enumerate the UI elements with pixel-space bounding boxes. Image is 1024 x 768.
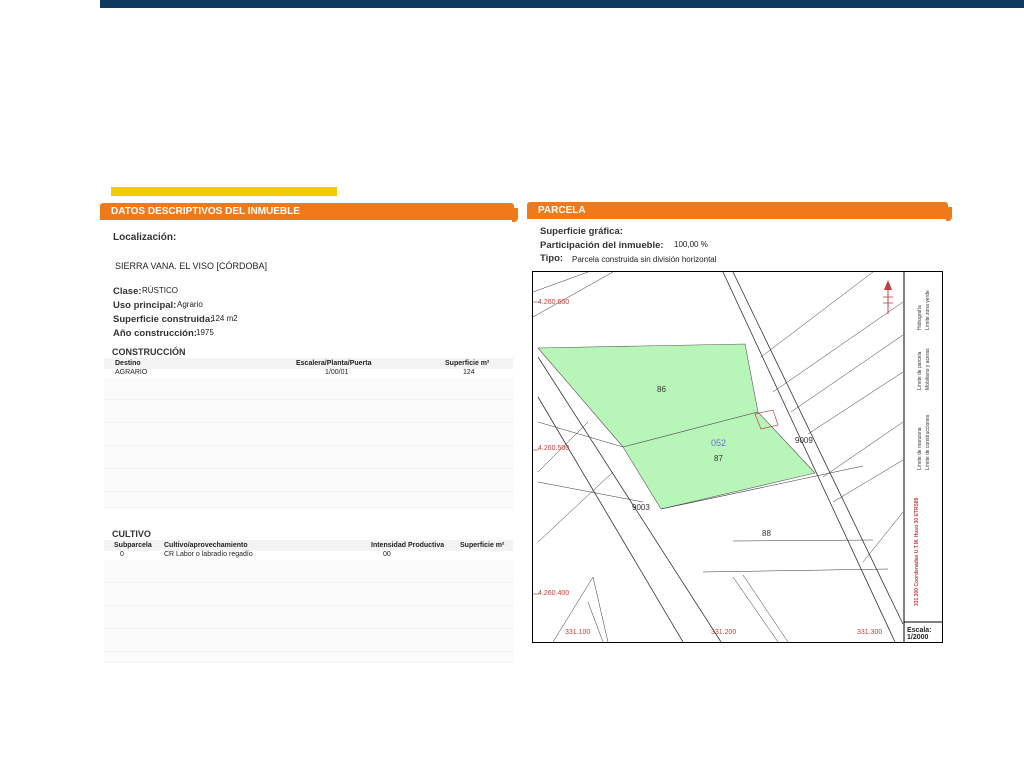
cultivo-header-superficie: Superficie m² [460,542,505,549]
legend-limite-construcciones: Límite de construcciones [925,414,931,470]
participacion-label: Participación del inmueble: [540,240,664,251]
legend-mobiliario: Mobiliario y aceras [925,348,931,390]
y-coord-400: 4.260.400 [538,590,570,597]
datos-descriptivos-header: DATOS DESCRIPTIVOS DEL INMUEBLE [100,203,518,222]
tipo-value: Parcela construida sin división horizont… [572,255,717,264]
cultivo-cell-cultivo: CR Labor o labradío regadío [164,551,253,558]
scale-label: Escala: [907,627,932,634]
x-coord-300: 331.300 [857,629,883,636]
yellow-accent-bar [111,187,337,196]
cultivo-header-subparcela: Subparcela [114,542,152,549]
construccion-header-escalera: Escalera/Planta/Puerta [296,360,372,367]
construccion-cell-escalera: 1/00/01 [325,369,349,376]
superficie-construida-label: Superficie construida: [113,314,214,325]
tipo-label: Tipo: [540,253,564,264]
localizacion-value: SIERRA VANA. EL VISO [CÓRDOBA] [115,261,268,271]
superficie-grafica-label: Superficie gráfica: [540,226,623,237]
construccion-cell-destino: AGRARIO [115,369,148,376]
construccion-header-superficie: Superficie m² [445,360,490,367]
parcel-label-9003: 9003 [632,503,650,512]
y-coord-500: 4.260.500 [538,445,570,452]
cultivo-title: CULTIVO [112,529,151,539]
legend-hidrografia: Hidrografía [917,305,923,330]
north-arrow-icon [883,280,893,314]
uso-principal-value: Agrario [177,300,203,309]
cultivo-cell-intensidad: 00 [383,551,391,558]
uso-principal-label: Uso principal: [113,300,177,311]
cultivo-cell-subparcela: 0 [120,551,124,558]
construccion-title: CONSTRUCCIÓN [112,347,186,357]
parcel-label-88: 88 [762,529,771,538]
x-coord-100: 331.100 [565,629,591,636]
cadastral-map: 4.260.600 4.260.500 4.260.400 331.100 33… [532,271,943,643]
x-coord-200: 331.200 [711,629,737,636]
legend-limite-manzana: Límite de manzana [917,427,923,470]
parcel-label-86: 86 [657,385,666,394]
cultivo-empty-rows [104,560,513,663]
construccion-empty-rows [104,377,513,508]
cadastral-map-svg [533,272,942,642]
scale-value: 1/2000 [907,634,929,641]
legend-limite-zona-verde: Límite zona verde [925,290,931,330]
parcel-label-87: 87 [714,454,723,463]
utm-coords-note: 331.300 Coordenadas U.T.M. Huso 30 ETRS8… [914,497,920,606]
localizacion-label: Localización: [113,232,177,243]
y-coord-600: 4.260.600 [538,299,570,306]
parcel-label-9009: 9009 [795,436,813,445]
cultivo-header-cultivo: Cultivo/aprovechamiento [164,542,248,549]
participacion-value: 100,00 % [674,240,708,249]
superficie-construida-value: 124 m2 [211,314,238,323]
top-bar [100,0,1024,8]
clase-value: RÚSTICO [142,286,178,295]
construccion-cell-superficie: 124 [463,369,475,376]
anio-construccion-label: Año construcción: [113,328,197,339]
clase-label: Clase: [113,286,142,297]
legend-limite-parcela: Límite de parcela [917,351,923,390]
construccion-header-destino: Destino [115,360,141,367]
parcela-header: PARCELA [527,202,952,221]
cultivo-header-intensidad: Intensidad Productiva [371,542,445,549]
parcel-label-052: 052 [711,438,727,448]
anio-construccion-value: 1975 [196,328,214,337]
